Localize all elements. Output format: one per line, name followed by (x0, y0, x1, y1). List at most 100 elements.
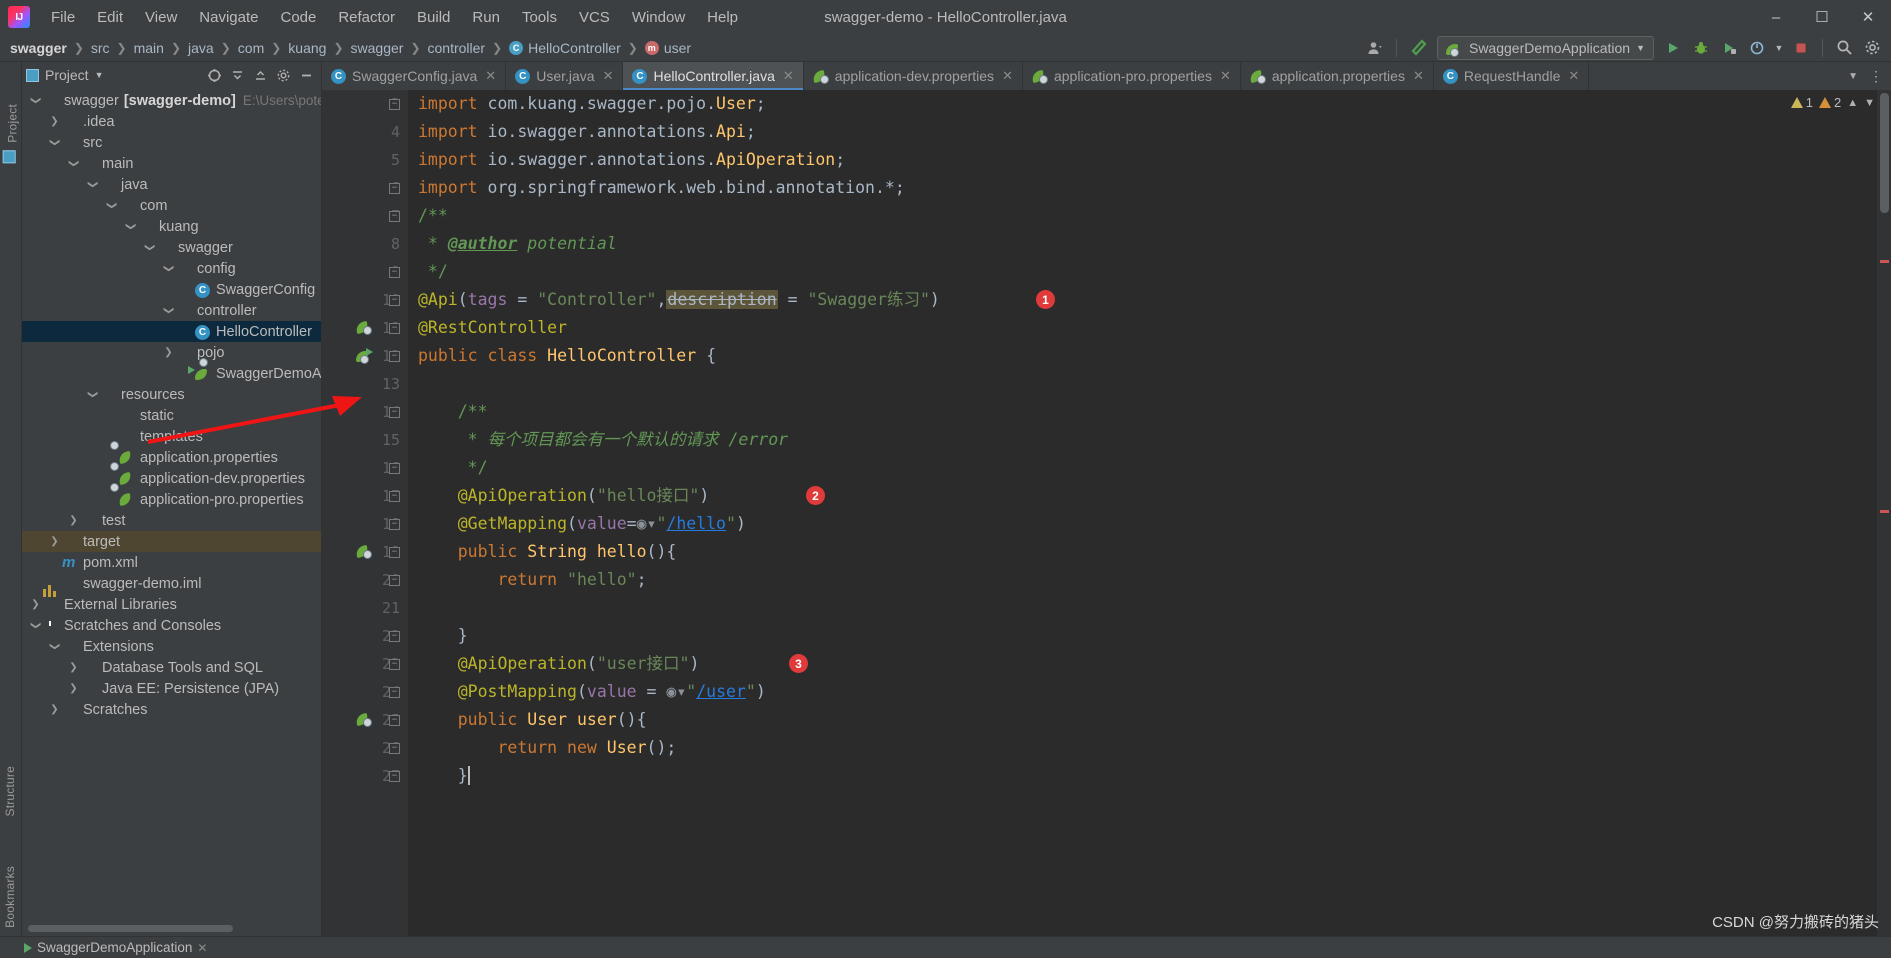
tree-item-application-pro-properties[interactable]: application-pro.properties (22, 482, 321, 510)
hide-panel-icon[interactable] (295, 64, 317, 86)
tree-item-templates[interactable]: templates (22, 426, 321, 447)
tree-item-static[interactable]: static (22, 405, 321, 426)
tool-window-button-project[interactable]: Project (3, 104, 20, 164)
code-line[interactable]: @RestController (408, 314, 1891, 342)
scrollbar-thumb[interactable] (28, 924, 233, 932)
tree-item-main[interactable]: ❯ main (22, 153, 321, 174)
menu-item-build[interactable]: Build (406, 5, 461, 30)
chevron-up-icon[interactable]: ▲ (1847, 97, 1858, 109)
code-line[interactable]: /** (408, 398, 1891, 426)
tree-item-resources[interactable]: ❯ resources (22, 384, 321, 405)
close-tab-icon[interactable]: ✕ (1220, 68, 1231, 84)
code-line[interactable]: return "hello"; (408, 566, 1891, 594)
fold-marker[interactable]: − (389, 519, 400, 530)
editor-tab-application-properties[interactable]: application.properties ✕ (1241, 62, 1434, 90)
tree-item-scratches-and-consoles[interactable]: ❯ Scratches and Consoles (22, 615, 321, 636)
tree-item-scratches[interactable]: ❯ Scratches (22, 699, 321, 720)
tree-item-kuang[interactable]: ❯ kuang (22, 216, 321, 237)
tree-item-swagger[interactable]: ❯ swagger[swagger-demo] E:\Users\potent (22, 90, 321, 111)
code-line[interactable]: /** (408, 202, 1891, 230)
tree-item-application-properties[interactable]: application.properties (22, 440, 321, 468)
warning-count[interactable]: 1 (1790, 95, 1813, 110)
error-stripe-mark[interactable] (1880, 510, 1889, 513)
menu-item-file[interactable]: File (40, 5, 86, 30)
tree-item-java-ee-persistence-jpa[interactable]: ❯ Java EE: Persistence (JPA) (22, 678, 321, 699)
code-line[interactable]: @GetMapping(value=◉▾"/hello") (408, 510, 1891, 538)
code-line[interactable]: @ApiOperation("hello接口") (408, 482, 1891, 510)
chevron-down-icon[interactable]: ❯ (87, 177, 98, 192)
breadcrumb-item-swagger[interactable]: swagger (6, 38, 71, 58)
project-horizontal-scrollbar[interactable] (22, 920, 321, 936)
fold-marker[interactable]: − (389, 463, 400, 474)
menu-item-refactor[interactable]: Refactor (327, 5, 406, 30)
code-line[interactable]: @Api(tags = "Controller",description = "… (408, 286, 1891, 314)
chevron-down-icon[interactable]: ❯ (30, 93, 41, 108)
debug-icon[interactable] (1688, 36, 1714, 60)
settings-icon[interactable] (1859, 36, 1885, 60)
code-folding-strip[interactable]: − − − − − − − − − − − − − − − − − − − (386, 90, 406, 936)
spring-bean-gutter-icon[interactable] (354, 319, 372, 339)
breadcrumb-item-swagger[interactable]: swagger (347, 38, 408, 58)
editor-scrollbar[interactable] (1877, 90, 1891, 936)
chevron-down-icon[interactable]: ▼ (95, 70, 104, 80)
breadcrumb-item-hellocontroller[interactable]: C HelloController (505, 38, 625, 58)
fold-marker[interactable]: − (389, 631, 400, 642)
breadcrumb-item-com[interactable]: com (234, 38, 268, 58)
tree-item-com[interactable]: ❯ com (22, 195, 321, 216)
tree-item-idea[interactable]: ❯ .idea (22, 111, 321, 132)
fold-marker[interactable]: − (389, 351, 400, 362)
editor-tab-application-pro-properties[interactable]: application-pro.properties ✕ (1023, 62, 1241, 90)
chevron-down-icon[interactable]: ❯ (144, 240, 155, 255)
spring-run-gutter-icon[interactable] (356, 347, 373, 367)
spring-bean-gutter-icon[interactable] (354, 543, 372, 563)
code-line[interactable]: * 每个项目都会有一个默认的请求 /error (408, 426, 1891, 454)
editor-tab-application-dev-properties[interactable]: application-dev.properties ✕ (804, 62, 1023, 90)
chevron-down-icon[interactable]: ❯ (30, 618, 41, 633)
tree-item-database-tools-and-sql[interactable]: ❯ Database Tools and SQL (22, 657, 321, 678)
fold-marker[interactable]: − (389, 547, 400, 558)
code-line[interactable]: public class HelloController { (408, 342, 1891, 370)
breadcrumb-item-main[interactable]: main (130, 38, 168, 58)
chevron-down-icon[interactable]: ❯ (49, 639, 60, 654)
tab-menu-icon[interactable]: ⋮ (1865, 68, 1887, 85)
chevron-right-icon[interactable]: ❯ (66, 515, 81, 526)
chevron-down-icon[interactable]: ❯ (125, 219, 136, 234)
editor-tab-swaggerconfig-java[interactable]: C SwaggerConfig.java ✕ (322, 62, 507, 90)
code-line[interactable]: import io.swagger.annotations.Api; (408, 118, 1891, 146)
inspection-widget[interactable]: 1 2 ▲ ▼ (1790, 95, 1875, 110)
tree-item-swaggerconfig[interactable]: C SwaggerConfig (22, 279, 321, 300)
profile-icon[interactable] (1744, 36, 1770, 60)
build-hammer-icon[interactable] (1405, 36, 1431, 60)
editor-tab-user-java[interactable]: C User.java ✕ (506, 62, 624, 90)
close-tab-icon[interactable]: ✕ (1002, 68, 1013, 84)
close-icon[interactable]: ✕ (197, 941, 207, 955)
run-tool-window-button[interactable]: SwaggerDemoApplication ✕ (24, 940, 207, 955)
code-line[interactable]: public String hello(){ (408, 538, 1891, 566)
code-line[interactable]: */ (408, 258, 1891, 286)
editor-tab-requesthandle[interactable]: C RequestHandle ✕ (1434, 62, 1590, 90)
code-line[interactable]: import com.kuang.swagger.pojo.User; (408, 90, 1891, 118)
code-line[interactable]: * @author potential (408, 230, 1891, 258)
chevron-right-icon[interactable]: ❯ (47, 116, 62, 127)
search-icon[interactable] (1831, 36, 1857, 60)
menu-item-run[interactable]: Run (461, 5, 511, 30)
code-line[interactable]: } (408, 762, 1891, 790)
tree-item-pom-xml[interactable]: m pom.xml (22, 552, 321, 573)
tree-item-config[interactable]: ❯ config (22, 258, 321, 279)
menu-item-code[interactable]: Code (269, 5, 327, 30)
code-line[interactable] (408, 594, 1891, 622)
user-icon[interactable] (1362, 36, 1388, 60)
tree-item-hellocontroller[interactable]: C HelloController (22, 321, 321, 342)
close-tab-icon[interactable]: ✕ (1568, 68, 1579, 84)
close-tab-icon[interactable]: ✕ (783, 68, 794, 84)
code-line[interactable]: return new User(); (408, 734, 1891, 762)
spring-bean-gutter-icon[interactable] (354, 711, 372, 731)
menu-item-tools[interactable]: Tools (511, 5, 568, 30)
chevron-right-icon[interactable]: ❯ (66, 683, 81, 694)
menu-item-help[interactable]: Help (696, 5, 749, 30)
collapse-all-icon[interactable] (226, 64, 248, 86)
breadcrumb-item-controller[interactable]: controller (424, 38, 490, 58)
fold-marker[interactable]: − (389, 323, 400, 334)
chevron-right-icon[interactable]: ❯ (161, 347, 176, 358)
fold-marker[interactable]: − (389, 99, 400, 110)
